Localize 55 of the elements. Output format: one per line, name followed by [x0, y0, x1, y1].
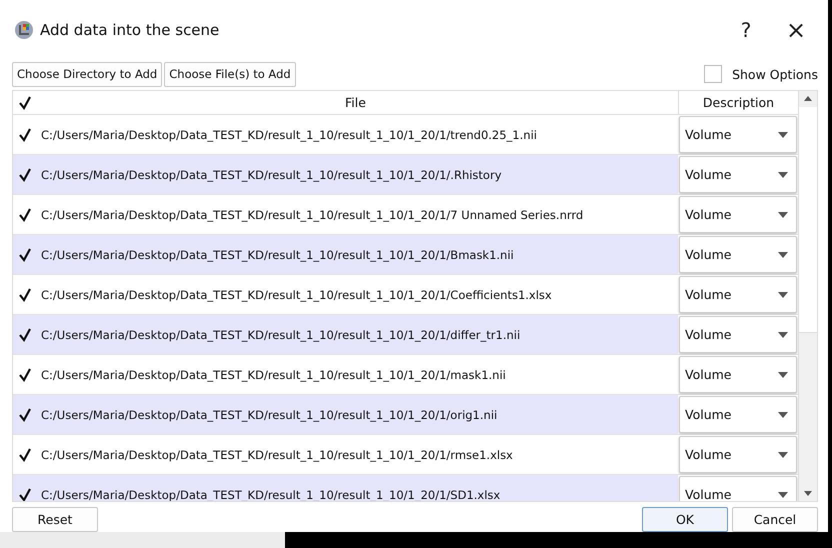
column-header: File	[13, 91, 679, 114]
description-dropdown[interactable]: Volume	[679, 236, 797, 273]
file-path: C:/Users/Maria/Desktop/Data_TEST_KD/result_1_10/result_1_10/1_20/1/orig1.nii	[41, 408, 498, 422]
description-dropdown[interactable]: Volume	[679, 156, 797, 193]
description-dropdown[interactable]: Volume	[679, 316, 797, 353]
file-path: C:/Users/Maria/Desktop/Data_TEST_KD/result_1_10/result_1_10/1_20/1/rmse1.xlsx	[41, 448, 513, 462]
row-checkbox[interactable]	[17, 286, 33, 302]
dropdown-arrow-icon	[778, 492, 788, 498]
file-path: C:/Users/Maria/Desktop/Data_TEST_KD/result_1_10/result_1_10/1_20/1/Coefficients1.xlsx	[41, 288, 552, 302]
description-dropdown[interactable]: Volume	[679, 116, 797, 153]
window-title: Add data into the scene	[40, 21, 220, 39]
ok-button[interactable]: OK	[642, 507, 728, 532]
file-path: C:/Users/Maria/Desktop/Data_TEST_KD/result_1_10/result_1_10/1_20/1/SD1.xlsx	[41, 488, 500, 501]
description-dropdown[interactable]: Volume	[679, 276, 797, 313]
dropdown-arrow-icon	[778, 132, 788, 138]
row-checkbox[interactable]	[17, 326, 33, 342]
description-dropdown[interactable]: Volume	[679, 396, 797, 433]
dropdown-arrow-icon	[778, 252, 788, 258]
cancel-button[interactable]: Cancel	[732, 507, 818, 532]
app-icon	[14, 20, 34, 40]
reset-button[interactable]: Reset	[12, 507, 98, 532]
dropdown-arrow-icon	[778, 172, 788, 178]
add-button[interactable]: Choose Directory to Add	[12, 62, 162, 86]
description-dropdown[interactable]: Volume	[679, 476, 797, 501]
column-header: Description	[702, 94, 776, 112]
dropdown-arrow-icon	[778, 412, 788, 418]
help-button[interactable]: ?	[724, 18, 768, 42]
add-button[interactable]: Choose File(s) to Add	[164, 62, 296, 86]
row-checkbox[interactable]	[17, 446, 33, 462]
dropdown-arrow-icon	[778, 292, 788, 298]
row-checkbox[interactable]	[17, 206, 33, 222]
close-button[interactable]: ×	[774, 16, 818, 44]
row-checkbox[interactable]	[17, 406, 33, 422]
row-checkbox[interactable]	[17, 366, 33, 382]
file-path: C:/Users/Maria/Desktop/Data_TEST_KD/result_1_10/result_1_10/1_20/1/.Rhistory	[41, 168, 502, 182]
show-options-label: Show Options	[732, 66, 818, 82]
dropdown-arrow-icon	[778, 372, 788, 378]
show-options-checkbox[interactable]	[704, 65, 722, 83]
dropdown-arrow-icon	[778, 332, 788, 338]
scrollbar[interactable]	[798, 91, 817, 501]
select-all-checkbox[interactable]	[17, 94, 33, 110]
file-path: C:/Users/Maria/Desktop/Data_TEST_KD/result_1_10/result_1_10/1_20/1/7 Unnamed Series.nrrd	[41, 208, 584, 222]
file-path: C:/Users/Maria/Desktop/Data_TEST_KD/result_1_10/result_1_10/1_20/1/differ_tr1.nii	[41, 328, 520, 342]
dropdown-arrow-icon	[778, 212, 788, 218]
file-path: C:/Users/Maria/Desktop/Data_TEST_KD/result_1_10/result_1_10/1_20/1/Bmask1.nii	[41, 248, 514, 262]
description-dropdown[interactable]: Volume	[679, 356, 797, 393]
description-dropdown[interactable]: Volume	[679, 436, 797, 473]
file-path: C:/Users/Maria/Desktop/Data_TEST_KD/result_1_10/result_1_10/1_20/1/mask1.nii	[41, 368, 506, 382]
row-checkbox[interactable]	[17, 126, 33, 142]
row-checkbox[interactable]	[17, 166, 33, 182]
row-checkbox[interactable]	[17, 246, 33, 262]
row-checkbox[interactable]	[17, 486, 33, 501]
dropdown-arrow-icon	[778, 452, 788, 458]
file-path: C:/Users/Maria/Desktop/Data_TEST_KD/result_1_10/result_1_10/1_20/1/trend0.25_1.nii	[41, 128, 537, 142]
description-dropdown[interactable]: Volume	[679, 196, 797, 233]
